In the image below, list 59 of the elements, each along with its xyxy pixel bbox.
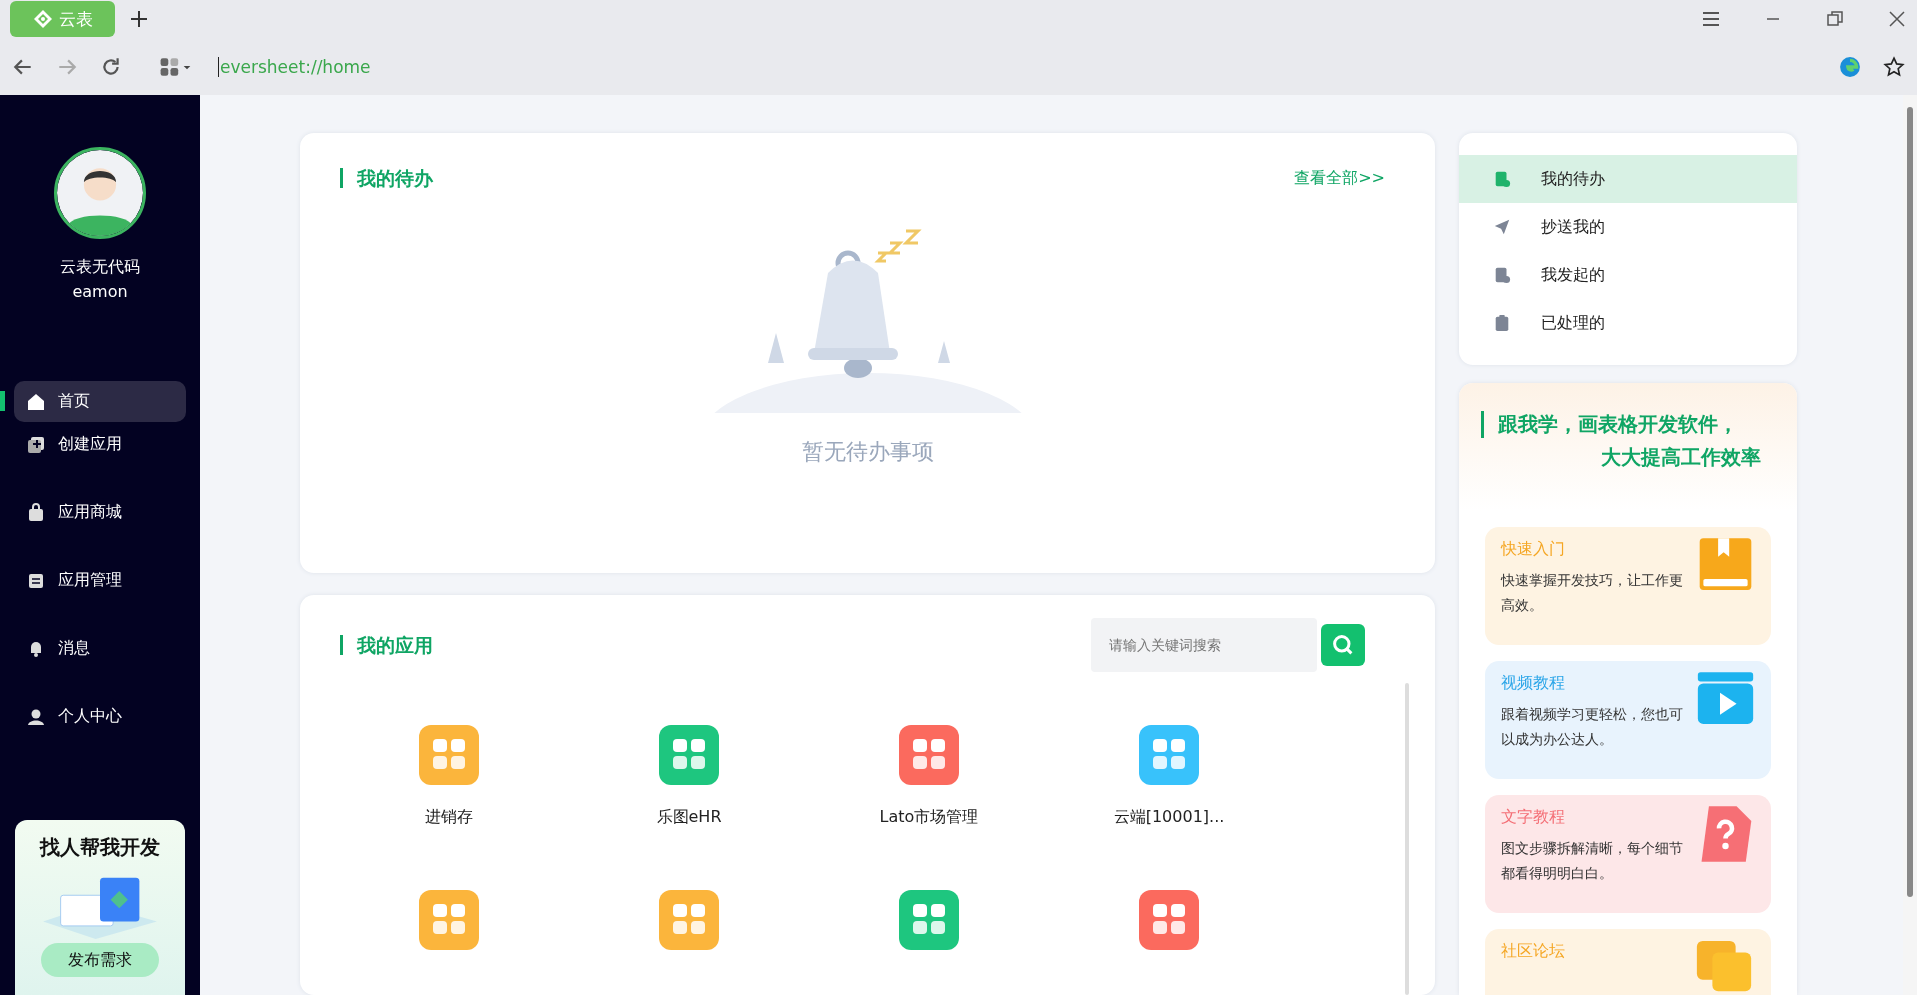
- task-menu-item[interactable]: 我发起的: [1459, 251, 1797, 299]
- section-title: 我的待办: [340, 168, 433, 188]
- app-icon[interactable]: [1139, 725, 1199, 785]
- task-menu-item[interactable]: 抄送我的: [1459, 203, 1797, 251]
- task-menu-item[interactable]: 已处理的: [1459, 299, 1797, 347]
- user-name: 云表无代码: [60, 257, 140, 278]
- nav-item[interactable]: 应用商城: [14, 492, 186, 533]
- app-name[interactable]: 乐图eHR: [656, 807, 722, 828]
- app-icon[interactable]: [659, 890, 719, 950]
- card-title: 文字教程: [1501, 807, 1566, 828]
- reload-icon[interactable]: [100, 55, 122, 78]
- add-icon: [26, 434, 46, 455]
- promo-banner[interactable]: 找人帮我开发 发布需求: [15, 820, 185, 995]
- user-account: eamon: [72, 282, 128, 301]
- learn-heading: 跟我学，画表格开发软件，: [1481, 411, 1797, 438]
- card-description: 快速掌握开发技巧，让工作更高效。: [1501, 571, 1684, 615]
- home-icon: [26, 391, 46, 412]
- card-title: 快速入门: [1501, 539, 1566, 560]
- app-name[interactable]: Lato市场管理: [879, 807, 979, 828]
- logo-icon: [32, 9, 53, 29]
- nav-item[interactable]: 创建应用: [14, 424, 186, 465]
- document-icon: [1493, 170, 1511, 188]
- menu-icon[interactable]: [1701, 9, 1721, 29]
- empty-message: 暂无待办事项: [801, 438, 934, 466]
- scrollbar[interactable]: [1903, 95, 1917, 995]
- card-title: 视频教程: [1501, 673, 1566, 694]
- new-tab-icon[interactable]: [129, 9, 149, 29]
- task-menu-item[interactable]: 我的待办: [1459, 155, 1797, 203]
- clipboard-icon: [1493, 314, 1511, 332]
- document-icon: [1493, 266, 1511, 284]
- search-button[interactable]: [1321, 624, 1365, 666]
- app-name[interactable]: 云端[10001]...: [1113, 807, 1225, 828]
- app-icon[interactable]: [1139, 890, 1199, 950]
- app-icon[interactable]: [419, 725, 479, 785]
- card-title: 社区论坛: [1501, 941, 1565, 962]
- app-icon[interactable]: [899, 725, 959, 785]
- tutorial-card[interactable]: 视频教程 跟着视频学习更轻松，您也可以成为办公达人。: [1485, 661, 1771, 779]
- nav-item[interactable]: 个人中心: [14, 696, 186, 737]
- tutorial-card[interactable]: 快速入门 快速掌握开发技巧，让工作更高效。: [1485, 527, 1771, 645]
- banner-title: 找人帮我开发: [40, 834, 160, 861]
- card-description: 图文步骤拆解清晰，每个细节都看得明明白白。: [1501, 839, 1684, 883]
- close-icon[interactable]: [1887, 9, 1907, 29]
- section-title: 我的应用: [340, 635, 433, 655]
- publish-request-button[interactable]: 发布需求: [41, 943, 159, 977]
- app-icon[interactable]: [899, 890, 959, 950]
- search-field[interactable]: 请输入关键词搜索: [1091, 618, 1317, 672]
- card-description: 跟着视频学习更轻松，您也可以成为办公达人。: [1501, 705, 1684, 749]
- nav-item[interactable]: 消息: [14, 628, 186, 669]
- nav-item[interactable]: 应用管理: [14, 560, 186, 601]
- app-icon[interactable]: [419, 890, 479, 950]
- tutorial-card[interactable]: 文字教程 图文步骤拆解清晰，每个细节都看得明明白白。: [1485, 795, 1771, 913]
- app-icon[interactable]: [659, 725, 719, 785]
- learn-heading: 大大提高工作效率: [1601, 444, 1761, 471]
- star-icon[interactable]: [1883, 55, 1905, 78]
- browser-logo-icon[interactable]: [1839, 55, 1861, 78]
- restore-icon[interactable]: [1825, 9, 1845, 29]
- paper-plane-icon: [1493, 218, 1511, 236]
- app-name[interactable]: 进销存: [425, 807, 473, 828]
- search-icon: [1331, 633, 1355, 657]
